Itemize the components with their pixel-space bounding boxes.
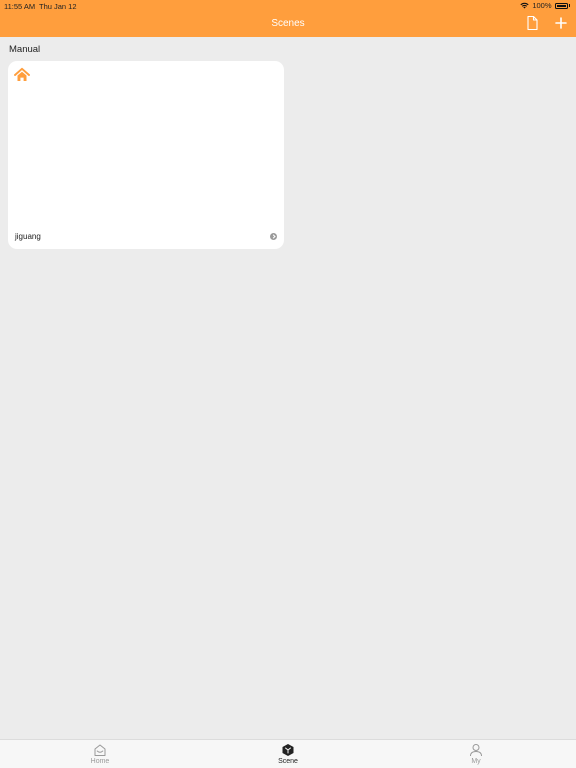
home-tab-icon: [94, 744, 106, 756]
user-tab-icon: [470, 744, 482, 757]
tab-my-label: My: [471, 758, 481, 765]
status-bar: 11:55 AM Thu Jan 12 100%: [0, 0, 576, 12]
section-label-manual: Manual: [9, 44, 41, 55]
tab-scene-label: Scene: [278, 758, 298, 765]
top-bar: 11:55 AM Thu Jan 12 100% Scenes: [0, 0, 576, 37]
add-icon: [555, 17, 567, 29]
scene-name: jiguang: [15, 232, 41, 241]
home-icon: [14, 67, 30, 81]
battery-icon: [554, 2, 568, 9]
status-time: 11:55 AM: [4, 2, 36, 11]
add-scene-button[interactable]: [553, 15, 569, 31]
scene-detail-button[interactable]: [270, 233, 277, 240]
document-icon: [527, 15, 538, 31]
tab-my[interactable]: My: [446, 743, 506, 765]
tab-bar: Home Scene My: [0, 739, 576, 768]
battery-tip: [568, 4, 570, 7]
scene-tab-icon: [282, 744, 294, 756]
status-date: Thu Jan 12: [39, 2, 77, 11]
document-button[interactable]: [524, 15, 540, 31]
tab-scene[interactable]: Scene: [258, 743, 318, 765]
battery-percent: 100%: [532, 1, 552, 10]
scene-card[interactable]: jiguang: [8, 61, 284, 249]
wifi-icon: [520, 2, 529, 9]
tab-home[interactable]: Home: [70, 743, 130, 765]
page-title: Scenes: [271, 18, 305, 29]
status-right: 100%: [520, 1, 570, 10]
tab-home-label: Home: [90, 758, 110, 765]
